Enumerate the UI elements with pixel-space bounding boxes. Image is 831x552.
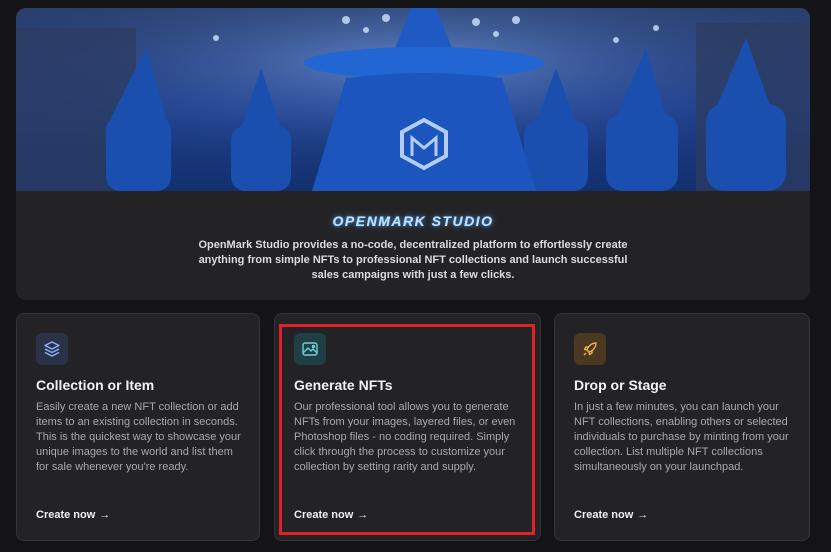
create-now-link[interactable]: Create now → (36, 509, 110, 521)
card-description: Easily create a new NFT collection or ad… (36, 401, 241, 473)
hero-banner: OPENMARK STUDIO OpenMark Studio provides… (16, 8, 810, 300)
card-description: Our professional tool allows you to gene… (294, 401, 516, 473)
card-generate-nfts[interactable]: Generate NFTs Our professional tool allo… (274, 313, 541, 541)
card-title: Drop or Stage (574, 377, 667, 393)
studio-tagline: OpenMark Studio provides a no-code, dece… (198, 239, 628, 281)
image-icon (294, 333, 326, 365)
arrow-right-icon: → (637, 509, 649, 521)
create-now-link[interactable]: Create now → (574, 509, 648, 521)
rocket-icon (574, 333, 606, 365)
card-title: Generate NFTs (294, 377, 393, 393)
card-title: Collection or Item (36, 377, 155, 393)
card-drop-or-stage[interactable]: Drop or Stage In just a few minutes, you… (554, 313, 810, 541)
create-now-link[interactable]: Create now → (294, 509, 368, 521)
arrow-right-icon: → (99, 509, 111, 521)
arrow-right-icon: → (357, 509, 369, 521)
layers-icon (36, 333, 68, 365)
cta-label: Create now (36, 509, 96, 521)
hero-illustration (16, 8, 810, 191)
cta-label: Create now (574, 509, 634, 521)
cta-label: Create now (294, 509, 354, 521)
card-collection-or-item[interactable]: Collection or Item Easily create a new N… (16, 313, 260, 541)
studio-brand-title: OPENMARK STUDIO (332, 213, 494, 229)
card-description: In just a few minutes, you can launch yo… (574, 401, 789, 473)
